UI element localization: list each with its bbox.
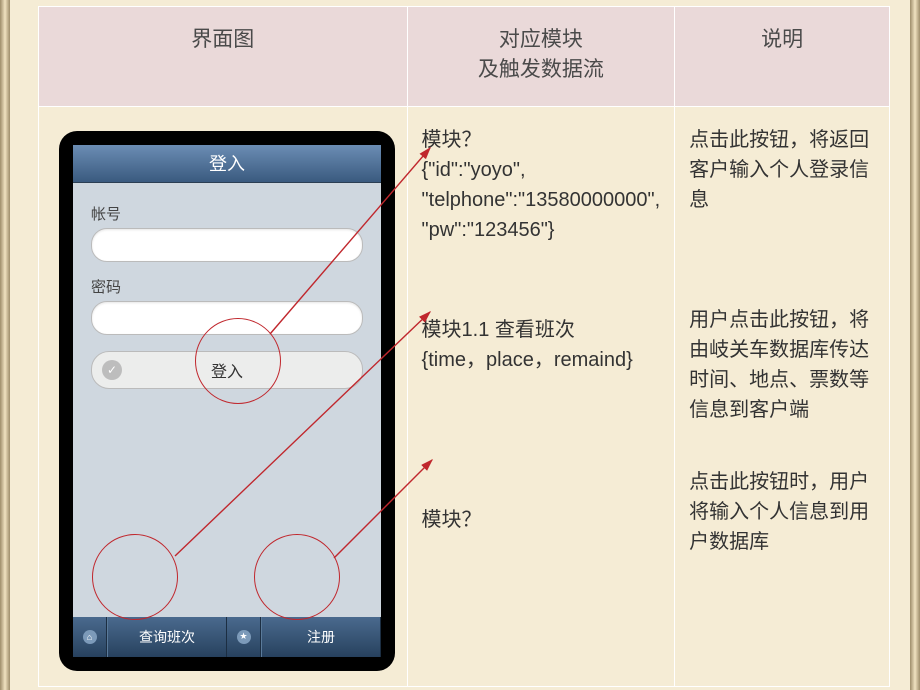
- m1-l2: {"id":"yoyo",: [422, 155, 661, 185]
- left-decor-band: [0, 0, 10, 690]
- login-button-label: 登入: [92, 358, 362, 382]
- right-decor-band: [910, 0, 920, 690]
- phone-footer: ⌂ 查询班次 ★ 注册: [73, 617, 381, 657]
- specification-table: 界面图 对应模块 及触发数据流 说明 登入 帐号 密码 ✓ 登入: [38, 6, 890, 687]
- m3-title: 模块？: [422, 505, 661, 535]
- m1-title: 模块？: [422, 125, 661, 155]
- cell-modules: 模块？ {"id":"yoyo", "telphone":"1358000000…: [407, 106, 675, 686]
- register-button-label: 注册: [307, 627, 335, 647]
- phone-mockup: 登入 帐号 密码 ✓ 登入 ⌂ 查询班次 ★: [59, 131, 395, 671]
- m2-title: 模块1.1 查看班次: [422, 315, 661, 345]
- explain-2: 用户点击此按钮，将由岐关车数据库传达时间、地点、票数等信息到客户端: [689, 305, 875, 425]
- login-button[interactable]: ✓ 登入: [91, 351, 363, 389]
- password-input[interactable]: [91, 301, 363, 335]
- home-icon[interactable]: ⌂: [73, 617, 107, 657]
- m1-l3: "telphone":"13580000000",: [422, 185, 661, 215]
- register-button[interactable]: 注册: [261, 617, 381, 657]
- query-button-label: 查询班次: [139, 627, 195, 647]
- m1-l4: "pw":"123456"}: [422, 215, 661, 245]
- module-block-1: 模块？ {"id":"yoyo", "telphone":"1358000000…: [422, 125, 661, 245]
- body-row: 登入 帐号 密码 ✓ 登入 ⌂ 查询班次 ★: [39, 106, 890, 686]
- label-account: 帐号: [91, 203, 363, 224]
- explain-1: 点击此按钮，将返回客户输入个人登录信息: [689, 125, 875, 215]
- phone-title-bar: 登入: [73, 145, 381, 183]
- account-input[interactable]: [91, 228, 363, 262]
- module-block-2: 模块1.1 查看班次 {time，place，remaind}: [422, 315, 661, 375]
- m2-l2: {time，place，remaind}: [422, 345, 661, 375]
- cell-screenshot: 登入 帐号 密码 ✓ 登入 ⌂ 查询班次 ★: [39, 106, 408, 686]
- header-explain: 说明: [675, 7, 890, 107]
- module-block-3: 模块？: [422, 505, 661, 535]
- phone-body: 帐号 密码 ✓ 登入: [73, 183, 381, 617]
- label-password: 密码: [91, 276, 363, 297]
- query-button[interactable]: 查询班次: [107, 617, 227, 657]
- header-screenshot: 界面图: [39, 7, 408, 107]
- explain-3: 点击此按钮时，用户将输入个人信息到用户数据库: [689, 467, 875, 557]
- star-icon[interactable]: ★: [227, 617, 261, 657]
- header-row: 界面图 对应模块 及触发数据流 说明: [39, 7, 890, 107]
- phone-screen: 登入 帐号 密码 ✓ 登入 ⌂ 查询班次 ★: [73, 145, 381, 657]
- header-module: 对应模块 及触发数据流: [407, 7, 675, 107]
- cell-explain: 点击此按钮，将返回客户输入个人登录信息 用户点击此按钮，将由岐关车数据库传达时间…: [675, 106, 890, 686]
